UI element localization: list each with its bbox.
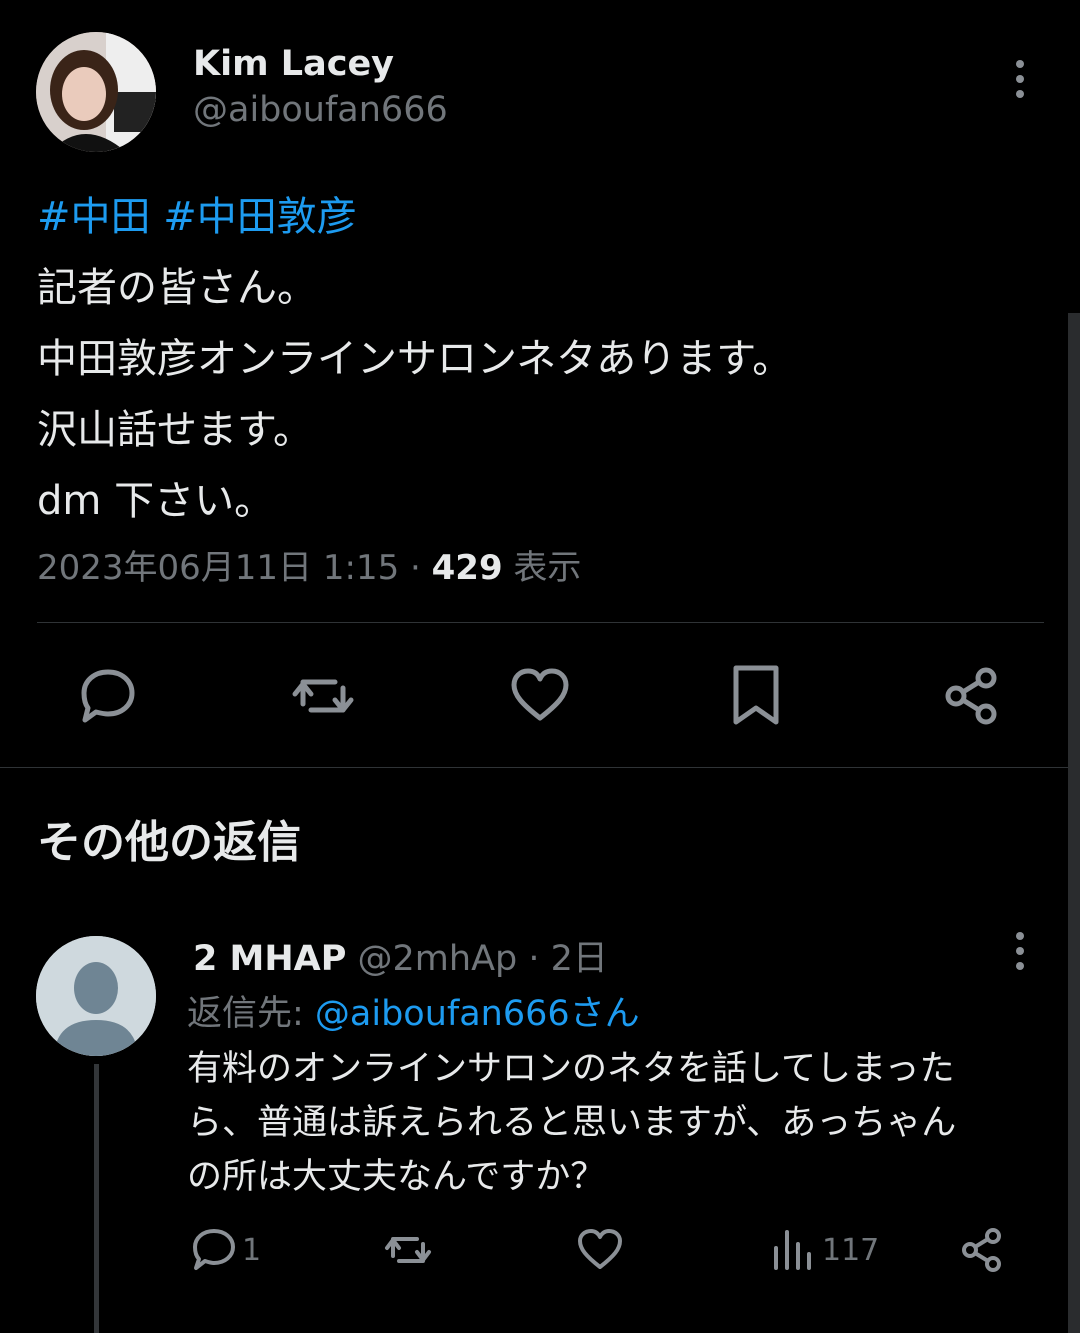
author-avatar[interactable]: [36, 32, 156, 152]
section-title: その他の返信: [37, 817, 301, 868]
like-icon: [578, 1229, 622, 1269]
reply-like-button[interactable]: [576, 1226, 624, 1274]
share-icon[interactable]: [940, 664, 1004, 728]
reply-reply-button[interactable]: 1: [190, 1226, 261, 1274]
tweet-line: 沢山話せます。: [37, 407, 313, 453]
tweet-timestamp: 2023年06月11日 1:15 · 429 表示: [37, 540, 581, 589]
scrollbar[interactable]: [1068, 313, 1080, 1333]
bookmark-icon[interactable]: [724, 664, 788, 728]
default-avatar-icon: [36, 936, 156, 1056]
retweet-icon[interactable]: [291, 664, 355, 728]
tweet-text: #中田 #中田敦彦 記者の皆さん。 中田敦彦オンラインサロンネタあります。 沢山…: [37, 182, 1037, 537]
share-icon: [962, 1228, 1001, 1272]
reply-icon: [193, 1229, 235, 1270]
divider: [0, 767, 1068, 768]
reply-line: 有料のオンラインサロンのネタを話してしまった: [187, 1049, 955, 1089]
reply-view-count: 117: [822, 1232, 880, 1268]
reply-more-options-icon[interactable]: [1005, 932, 1035, 972]
reply-retweet-button[interactable]: [384, 1226, 432, 1274]
view-label: 表示: [502, 548, 582, 588]
author-handle[interactable]: @aiboufan666: [193, 90, 448, 130]
reply-handle-time[interactable]: @2mhAp · 2日: [346, 939, 608, 979]
reply-count: 1: [242, 1232, 262, 1268]
reply-avatar[interactable]: [36, 936, 156, 1056]
reply-text: 有料のオンラインサロンのネタを話してしまった ら、普通は訴えられると思いますが、…: [187, 1042, 1037, 1204]
like-icon[interactable]: [508, 664, 572, 728]
thread-line: [94, 1064, 99, 1333]
reply-author-name[interactable]: 2 MHAP: [193, 939, 346, 979]
reply-icon[interactable]: [76, 664, 140, 728]
reply-header: 2 MHAP @2mhAp · 2日: [193, 930, 608, 981]
timestamp-text[interactable]: 2023年06月11日 1:15 ·: [37, 548, 432, 588]
view-count: 429: [431, 548, 503, 588]
more-options-icon[interactable]: [1005, 60, 1035, 100]
tweet-line: 記者の皆さん。: [37, 265, 317, 311]
hashtag-links[interactable]: #中田 #中田敦彦: [37, 182, 1037, 253]
reply-line: の所は大丈夫なんですか？: [187, 1157, 606, 1197]
retweet-icon: [385, 1237, 431, 1263]
reply-line: ら、普通は訴えられると思いますが、あっちゃん: [187, 1103, 957, 1143]
analytics-icon: [774, 1230, 811, 1270]
tweet-line: 中田敦彦オンラインサロンネタあります。: [37, 336, 793, 382]
reply-to: 返信先: @aiboufan666さん: [187, 985, 640, 1036]
divider: [37, 622, 1044, 623]
tweet-line: dm 下さい。: [37, 478, 275, 524]
reply-to-mention[interactable]: @aiboufan666さん: [315, 994, 640, 1034]
reply-to-label: 返信先:: [187, 994, 315, 1034]
author-name[interactable]: Kim Lacey: [193, 44, 394, 84]
reply-share-button[interactable]: [958, 1226, 1006, 1274]
reply-views-button[interactable]: 117: [770, 1226, 879, 1274]
avatar-photo: [36, 32, 156, 152]
